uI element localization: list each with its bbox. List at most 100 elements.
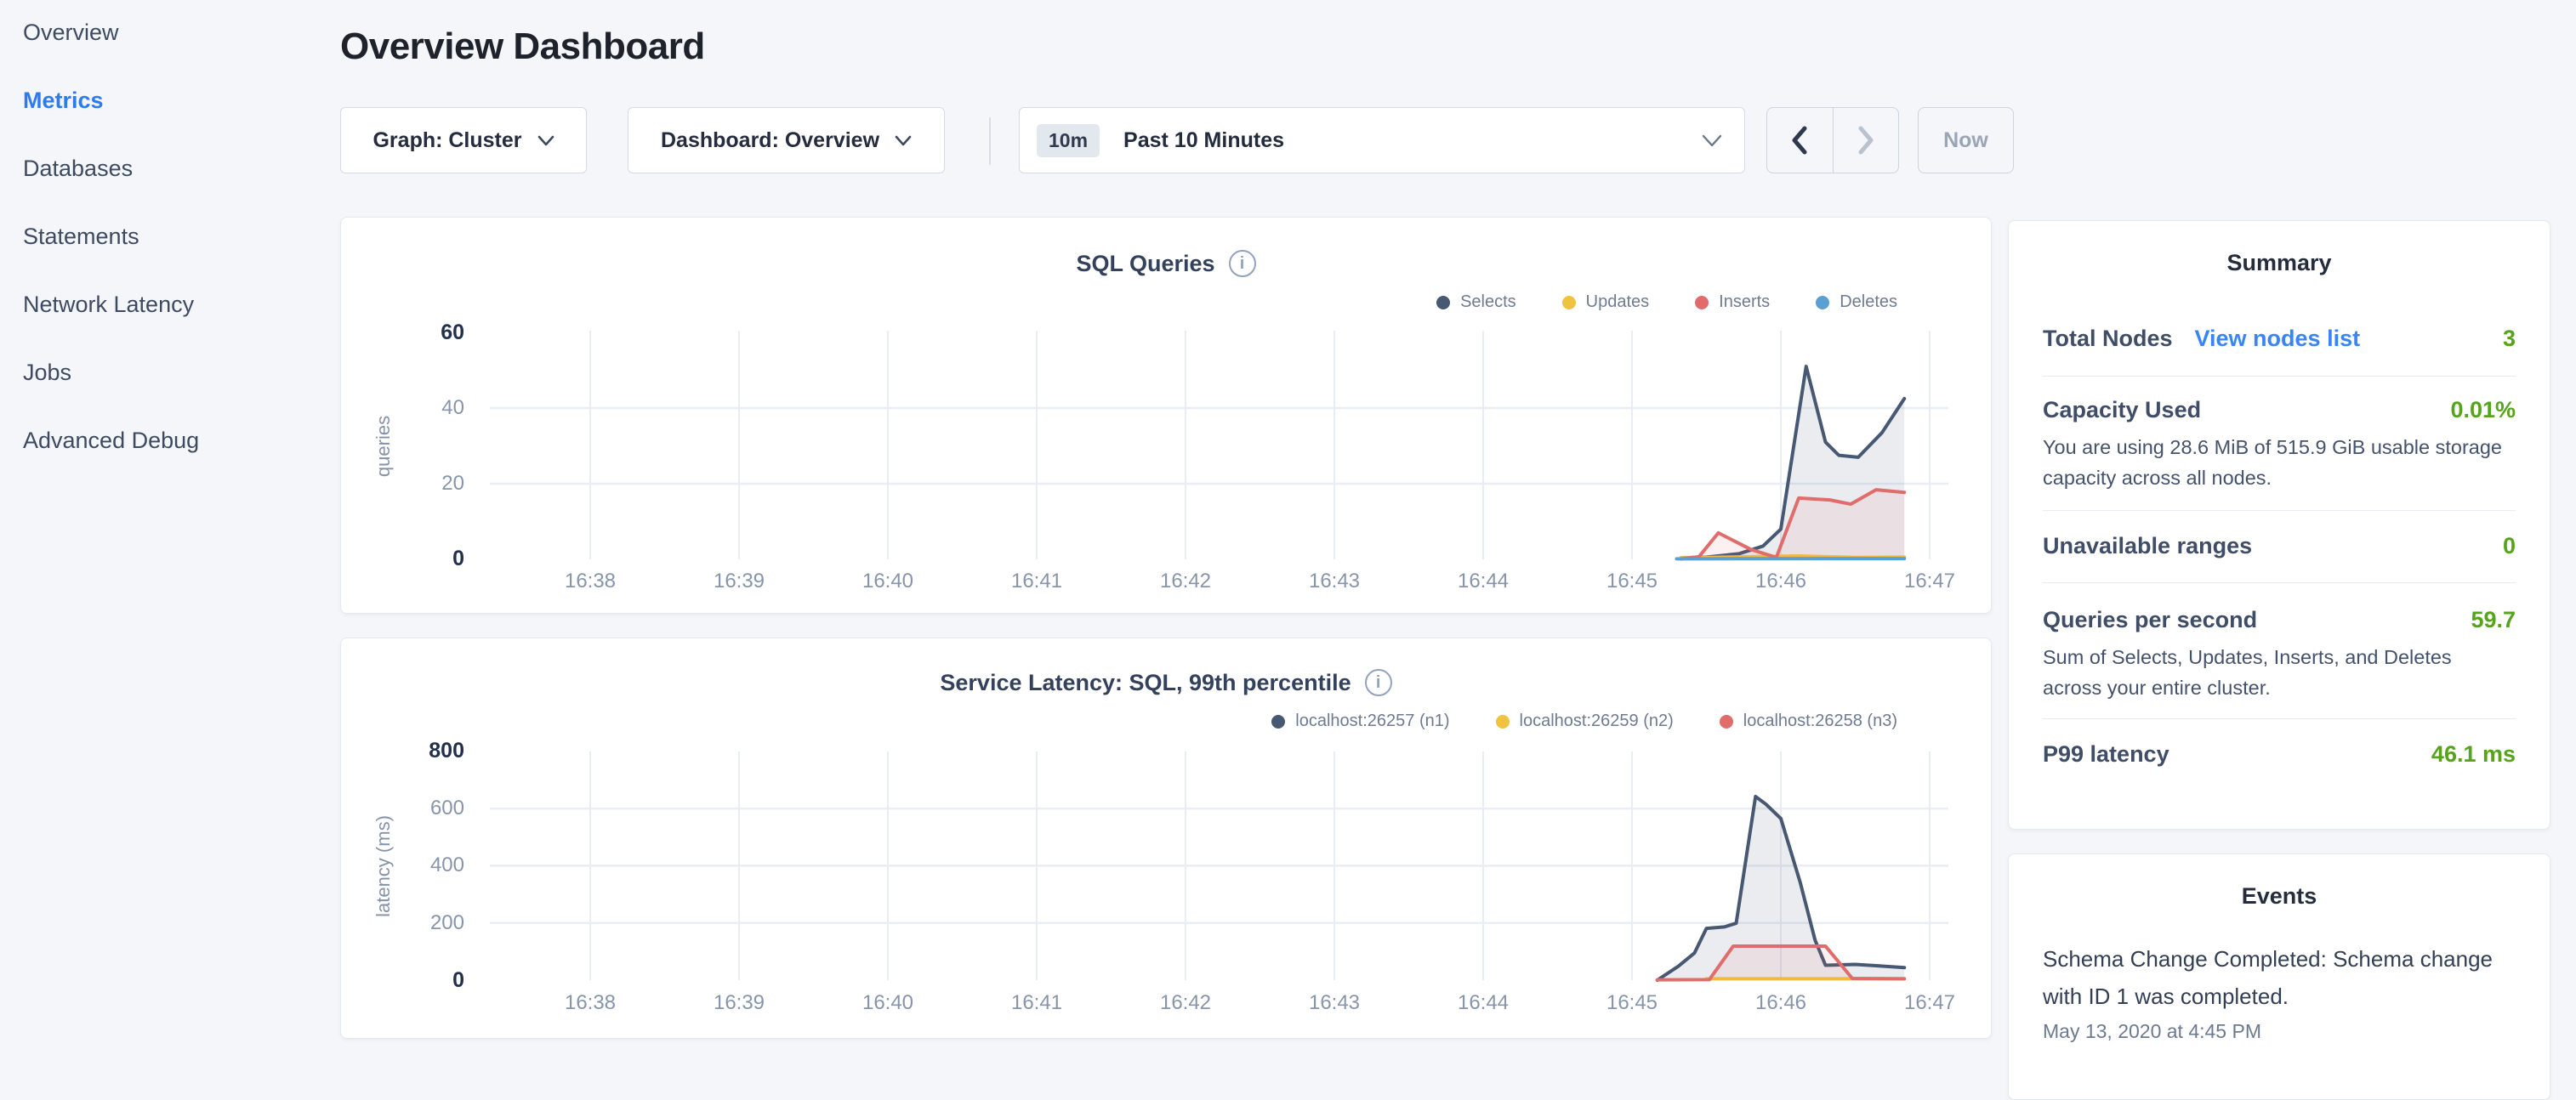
legend-dot [1436, 296, 1450, 309]
sidebar-item-advanced-debug[interactable]: Advanced Debug [23, 426, 329, 455]
x-tick-label: 16:46 [1730, 991, 1832, 1015]
time-range-label: Past 10 Minutes [1123, 128, 1284, 153]
summary-row-capacity-used: Capacity Used 0.01% You are using 28.6 M… [2043, 377, 2516, 511]
x-tick-label: 16:44 [1432, 570, 1534, 593]
summary-value: 0 [2503, 533, 2516, 559]
y-tick-label: 60 [388, 320, 464, 345]
y-tick-label: 800 [388, 739, 464, 763]
x-tick-label: 16:39 [688, 570, 790, 593]
dashboard-dropdown-label: Dashboard: Overview [661, 128, 879, 153]
service-latency-chart-title: Service Latency: SQL, 99th percentile [940, 670, 1351, 696]
sql-queries-legend: Selects Updates Inserts Deletes [1436, 292, 1897, 312]
x-tick-label: 16:39 [688, 991, 790, 1015]
y-axis-title: latency (ms) [372, 773, 395, 960]
sql-queries-chart-plot [477, 322, 1957, 564]
sql-queries-chart-title: SQL Queries [1076, 251, 1214, 277]
x-tick-label: 16:42 [1134, 570, 1237, 593]
x-tick-label: 16:46 [1730, 570, 1832, 593]
legend-dot [1562, 296, 1576, 309]
x-tick-label: 16:43 [1283, 570, 1385, 593]
summary-value: 3 [2503, 326, 2516, 352]
chevron-down-icon [537, 135, 554, 146]
events-panel: Events Schema Change Completed: Schema c… [2008, 853, 2550, 1100]
event-timestamp: May 13, 2020 at 4:45 PM [2043, 1020, 2516, 1043]
y-tick-label: 400 [388, 853, 464, 877]
summary-description: Sum of Selects, Updates, Inserts, and De… [2043, 642, 2516, 703]
legend-item-n1[interactable]: localhost:26257 (n1) [1271, 712, 1449, 731]
legend-dot [1720, 715, 1733, 729]
x-tick-label: 16:47 [1879, 991, 1981, 1015]
x-tick-label: 16:38 [539, 991, 641, 1015]
page-title: Overview Dashboard [340, 26, 705, 68]
x-tick-label: 16:45 [1581, 570, 1683, 593]
chart-title-row: SQL Queries i [341, 250, 1991, 277]
info-icon[interactable]: i [1365, 669, 1392, 696]
summary-label: P99 latency [2043, 741, 2169, 768]
x-tick-label: 16:45 [1581, 991, 1683, 1015]
summary-label: Unavailable ranges [2043, 533, 2252, 559]
summary-label: Queries per second [2043, 607, 2257, 633]
x-tick-label: 16:40 [837, 991, 939, 1015]
toolbar-divider [989, 117, 991, 165]
y-tick-label: 0 [388, 547, 464, 571]
x-tick-label: 16:44 [1432, 991, 1534, 1015]
dashboard-dropdown[interactable]: Dashboard: Overview [628, 107, 945, 173]
service-latency-chart-plot [477, 742, 1957, 987]
legend-dot [1816, 296, 1829, 309]
now-button[interactable]: Now [1918, 107, 2014, 173]
summary-value: 0.01% [2450, 397, 2516, 423]
chart-title-row: Service Latency: SQL, 99th percentile i [341, 669, 1991, 696]
cockroachdb-admin-ui: { "sidebar": { "items": [ { "label": "Ov… [0, 0, 2576, 1051]
summary-label: Total Nodes [2043, 326, 2173, 352]
sidebar-item-statements[interactable]: Statements [23, 222, 329, 251]
x-tick-label: 16:41 [986, 991, 1088, 1015]
graph-scope-dropdown-label: Graph: Cluster [372, 128, 521, 153]
x-tick-label: 16:43 [1283, 991, 1385, 1015]
sidebar-item-overview[interactable]: Overview [23, 18, 329, 47]
legend-dot [1695, 296, 1709, 309]
time-range-badge: 10m [1037, 124, 1100, 157]
x-tick-label: 16:41 [986, 570, 1088, 593]
sidebar-item-jobs[interactable]: Jobs [23, 358, 329, 387]
sql-queries-chart-card: SQL Queries i Selects Updates Inserts De… [340, 217, 1992, 614]
toolbar: Graph: Cluster Dashboard: Overview 10m P… [0, 107, 2576, 173]
x-tick-label: 16:47 [1879, 570, 1981, 593]
y-tick-label: 600 [388, 797, 464, 820]
summary-title: Summary [2043, 250, 2516, 276]
info-icon[interactable]: i [1229, 250, 1256, 277]
time-back-button[interactable] [1767, 108, 1833, 173]
events-title: Events [2043, 883, 2516, 910]
summary-row-p99-latency: P99 latency 46.1 ms [2043, 719, 2516, 768]
sidebar: Overview Metrics Databases Statements Ne… [23, 18, 329, 494]
y-tick-label: 20 [388, 472, 464, 496]
view-nodes-list-link[interactable]: View nodes list [2195, 326, 2361, 352]
legend-item-deletes[interactable]: Deletes [1816, 292, 1897, 312]
chevron-down-icon [1702, 134, 1722, 147]
legend-item-n2[interactable]: localhost:26259 (n2) [1496, 712, 1674, 731]
legend-item-inserts[interactable]: Inserts [1695, 292, 1770, 312]
y-axis-title: queries [372, 353, 395, 540]
event-message: Schema Change Completed: Schema change w… [2043, 940, 2506, 1015]
x-tick-label: 16:40 [837, 570, 939, 593]
summary-row-unavailable-ranges: Unavailable ranges 0 [2043, 511, 2516, 583]
chevron-right-icon [1857, 126, 1875, 155]
y-tick-label: 200 [388, 911, 464, 935]
legend-dot [1271, 715, 1285, 729]
event-list-item[interactable]: Schema Change Completed: Schema change w… [2043, 940, 2516, 1043]
x-tick-label: 16:38 [539, 570, 641, 593]
time-forward-button[interactable] [1833, 108, 1899, 173]
service-latency-chart-card: Service Latency: SQL, 99th percentile i … [340, 638, 1992, 1039]
legend-item-updates[interactable]: Updates [1562, 292, 1650, 312]
x-tick-label: 16:42 [1134, 991, 1237, 1015]
summary-row-total-nodes: Total Nodes View nodes list 3 [2043, 326, 2516, 377]
y-tick-label: 40 [388, 396, 464, 420]
graph-scope-dropdown[interactable]: Graph: Cluster [340, 107, 587, 173]
summary-description: You are using 28.6 MiB of 515.9 GiB usab… [2043, 432, 2516, 493]
chevron-left-icon [1790, 126, 1809, 155]
summary-label: Capacity Used [2043, 397, 2201, 423]
legend-item-n3[interactable]: localhost:26258 (n3) [1720, 712, 1897, 731]
sidebar-item-network-latency[interactable]: Network Latency [23, 290, 329, 319]
legend-item-selects[interactable]: Selects [1436, 292, 1516, 312]
summary-value: 46.1 ms [2431, 741, 2516, 768]
time-range-dropdown[interactable]: 10m Past 10 Minutes [1019, 107, 1745, 173]
